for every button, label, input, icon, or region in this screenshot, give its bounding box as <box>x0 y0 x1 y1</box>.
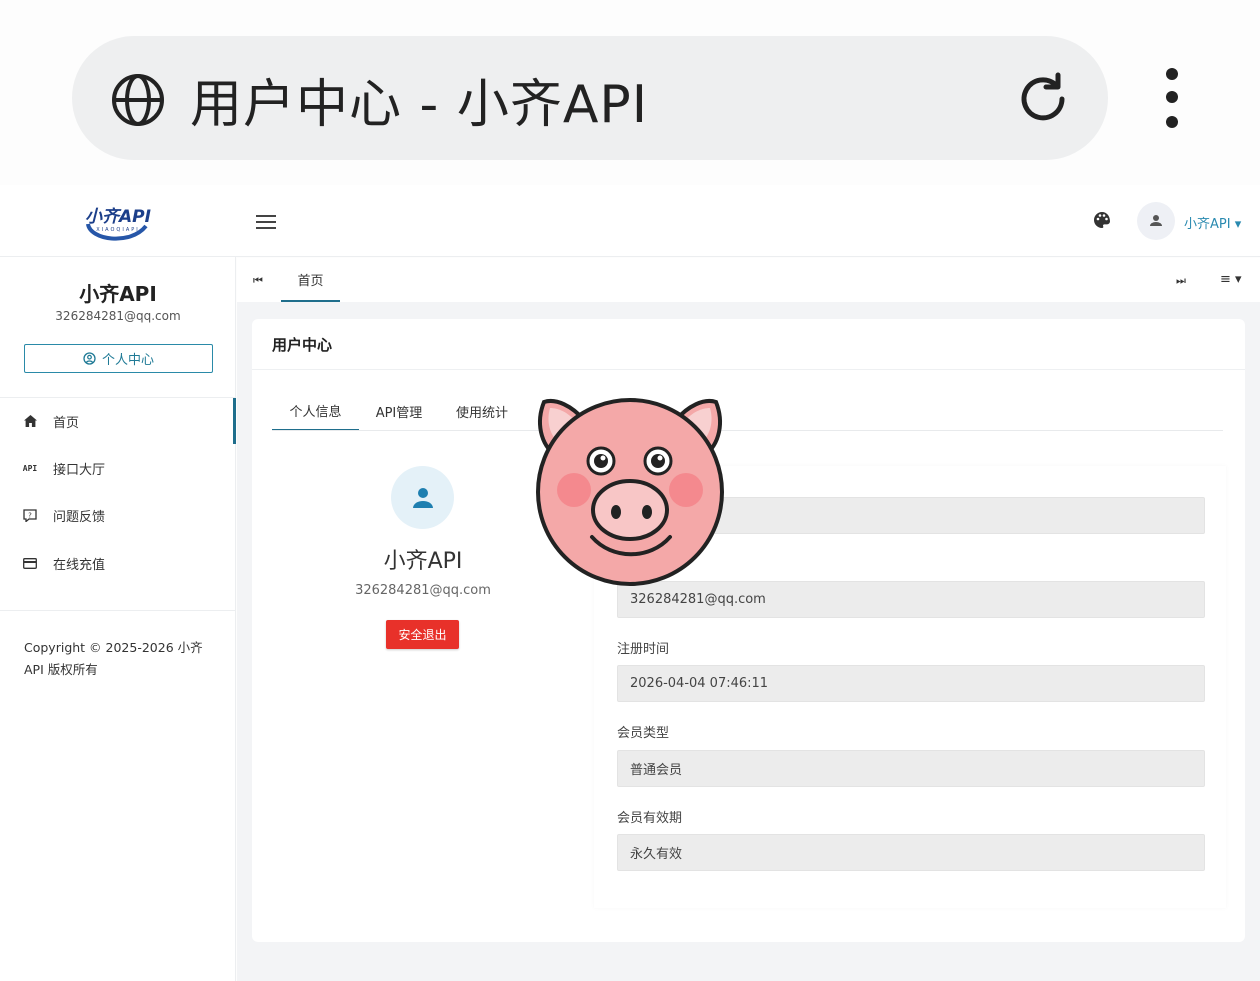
tab-usage-stats[interactable]: 使用统计 <box>440 392 524 431</box>
page-title: 用户中心 - 小齐API <box>190 75 649 135</box>
sidebar-item-home[interactable]: 首页 <box>0 398 236 444</box>
logo: 小齐API XIAOQIAPI <box>85 207 151 241</box>
sidebar-item-api-hall[interactable]: API 接口大厅 <box>0 445 236 491</box>
field-label-register-time: 注册时间 <box>617 642 670 657</box>
globe-icon <box>112 74 164 126</box>
member-type-field[interactable]: 普通会员 <box>617 750 1205 787</box>
logout-button[interactable]: 安全退出 <box>386 620 459 649</box>
sidebar-item-label: 在线充值 <box>53 557 106 573</box>
user-icon <box>1150 215 1162 226</box>
field-label-member-expiry: 会员有效期 <box>617 811 683 826</box>
user-avatar[interactable] <box>1137 202 1175 240</box>
tab-home[interactable]: 首页 <box>281 258 340 302</box>
user-center-button[interactable]: 个人中心 <box>24 344 213 373</box>
card-title: 用户中心 <box>272 336 333 354</box>
pig-sticker-icon <box>536 398 724 586</box>
app-header <box>0 185 1260 257</box>
svg-text:?: ? <box>28 511 32 519</box>
tab-scroll-right-button[interactable]: ⏭ <box>1176 274 1186 288</box>
tab-api-management[interactable]: API管理 <box>359 392 439 431</box>
member-expiry-field[interactable]: 永久有效 <box>617 834 1205 871</box>
tabs-divider <box>272 430 1223 431</box>
sidebar-item-label: 问题反馈 <box>53 509 106 525</box>
user-icon <box>412 487 433 508</box>
sidebar-item-label: 首页 <box>53 415 80 431</box>
profile-email: 326284281@qq.com <box>355 583 491 598</box>
user-menu-dropdown[interactable]: 小齐API ▾ <box>1184 213 1241 232</box>
tab-options-menu[interactable]: ≡ ▾ <box>1220 272 1242 287</box>
sidebar-divider <box>0 610 236 611</box>
register-time-field[interactable]: 2026-04-04 07:46:11 <box>617 665 1205 702</box>
sidebar-item-recharge[interactable]: 在线充值 <box>0 540 236 586</box>
palette-icon[interactable] <box>1092 210 1112 230</box>
sidebar-item-feedback[interactable]: ? 问题反馈 <box>0 492 236 538</box>
svg-text:XIAOQIAPI: XIAOQIAPI <box>96 227 140 233</box>
feedback-icon: ? <box>22 508 38 522</box>
sidebar-user-email: 326284281@qq.com <box>55 309 181 323</box>
api-icon: API <box>22 463 38 473</box>
card-header-divider <box>252 369 1245 370</box>
profile-avatar <box>391 466 454 529</box>
user-circle-icon <box>83 352 96 365</box>
sidebar-user-name: 小齐API <box>79 282 157 306</box>
hamburger-menu-icon[interactable] <box>254 212 278 232</box>
field-label-member-type: 会员类型 <box>617 726 670 741</box>
copyright: Copyright © 2025-2026 小齐API 版权所有 <box>24 640 203 677</box>
svg-text:小齐API: 小齐API <box>85 207 151 227</box>
tab-strip <box>237 258 1260 302</box>
sidebar-item-label: 接口大厅 <box>53 462 106 478</box>
credit-card-icon <box>22 557 38 569</box>
profile-name: 小齐API <box>383 549 463 574</box>
reload-icon[interactable] <box>1014 70 1072 128</box>
user-center-label: 个人中心 <box>101 353 154 368</box>
home-icon <box>22 415 38 427</box>
tab-profile-info[interactable]: 个人信息 <box>272 392 359 431</box>
tab-scroll-left-button[interactable]: ⏮ <box>253 274 263 288</box>
kebab-menu-icon[interactable] <box>1150 64 1194 134</box>
